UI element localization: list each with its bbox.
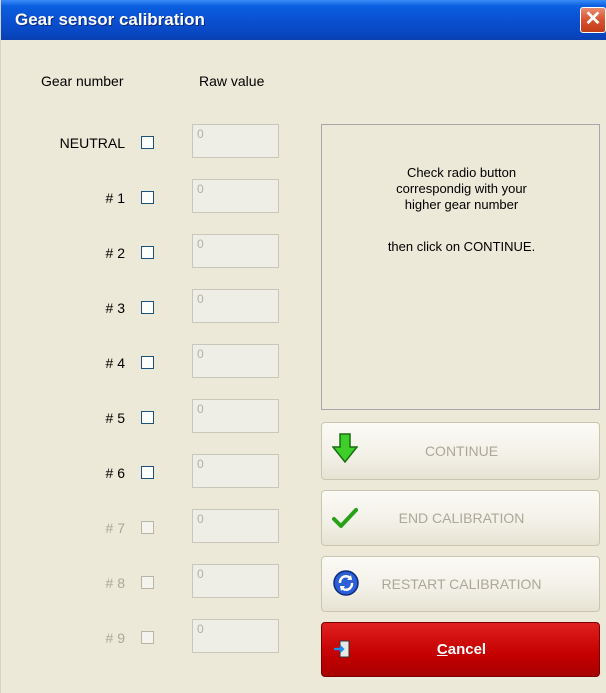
end-calibration-label: END CALIBRATION xyxy=(398,510,525,526)
title-bar[interactable]: Gear sensor calibration ✕ xyxy=(1,0,606,40)
cancel-button[interactable]: Cancel xyxy=(321,622,600,677)
instruction-panel: Check radio button correspondig with you… xyxy=(321,124,600,410)
raw-value-header: Raw value xyxy=(199,73,265,89)
raw-value-6: 0 xyxy=(192,454,279,488)
restart-calibration-button[interactable]: RESTART CALIBRATION xyxy=(321,556,600,612)
raw-value-9: 0 xyxy=(192,619,279,653)
gear-label-3: # 3 xyxy=(105,300,125,316)
gear-checkbox-2[interactable] xyxy=(141,246,154,259)
raw-value-4: 0 xyxy=(192,344,279,378)
cancel-label-rest: ancel xyxy=(447,641,487,658)
gear-label-9: # 9 xyxy=(105,630,125,646)
instruction-line-3: higher gear number xyxy=(404,197,519,212)
gear-label-1: # 1 xyxy=(105,190,125,206)
gear-label-neutral: NEUTRAL xyxy=(59,135,125,151)
instruction-line-2: correspondig with your xyxy=(396,181,527,196)
gear-checkbox-7[interactable] xyxy=(141,521,154,534)
instruction-line-1: Check radio button xyxy=(406,165,517,180)
gear-checkbox-1[interactable] xyxy=(141,191,154,204)
gear-checkbox-8[interactable] xyxy=(141,576,154,589)
gear-checkbox-3[interactable] xyxy=(141,301,154,314)
instruction-line-4: then click on CONTINUE. xyxy=(387,239,536,254)
calibration-dialog: Gear sensor calibration ✕ Gear number Ra… xyxy=(0,0,606,693)
gear-checkbox-5[interactable] xyxy=(141,411,154,424)
end-calibration-button[interactable]: END CALIBRATION xyxy=(321,490,600,546)
gear-label-7: # 7 xyxy=(105,520,125,536)
continue-button[interactable]: CONTINUE xyxy=(321,422,600,480)
cancel-mnemonic-c: C xyxy=(436,641,448,658)
raw-value-5: 0 xyxy=(192,399,279,433)
raw-value-7: 0 xyxy=(192,509,279,543)
gear-checkbox-9[interactable] xyxy=(141,631,154,644)
gear-label-5: # 5 xyxy=(105,410,125,426)
gear-number-header: Gear number xyxy=(41,73,124,89)
gear-checkbox-4[interactable] xyxy=(141,356,154,369)
close-icon: ✕ xyxy=(584,8,602,30)
restart-calibration-label: RESTART CALIBRATION xyxy=(381,576,542,592)
raw-value-1: 0 xyxy=(192,179,279,213)
continue-label: CONTINUE xyxy=(424,443,499,459)
gear-label-2: # 2 xyxy=(105,245,125,261)
raw-value-2: 0 xyxy=(192,234,279,268)
raw-value-neutral: 0 xyxy=(192,124,279,158)
window-title: Gear sensor calibration xyxy=(15,10,205,29)
cancel-label: Cancel xyxy=(322,641,601,658)
gear-checkbox-neutral[interactable] xyxy=(141,136,154,149)
close-button[interactable]: ✕ xyxy=(580,7,606,33)
raw-value-3: 0 xyxy=(192,289,279,323)
gear-label-8: # 8 xyxy=(105,575,125,591)
raw-value-8: 0 xyxy=(192,564,279,598)
gear-label-6: # 6 xyxy=(105,465,125,481)
gear-checkbox-6[interactable] xyxy=(141,466,154,479)
gear-label-4: # 4 xyxy=(105,355,125,371)
